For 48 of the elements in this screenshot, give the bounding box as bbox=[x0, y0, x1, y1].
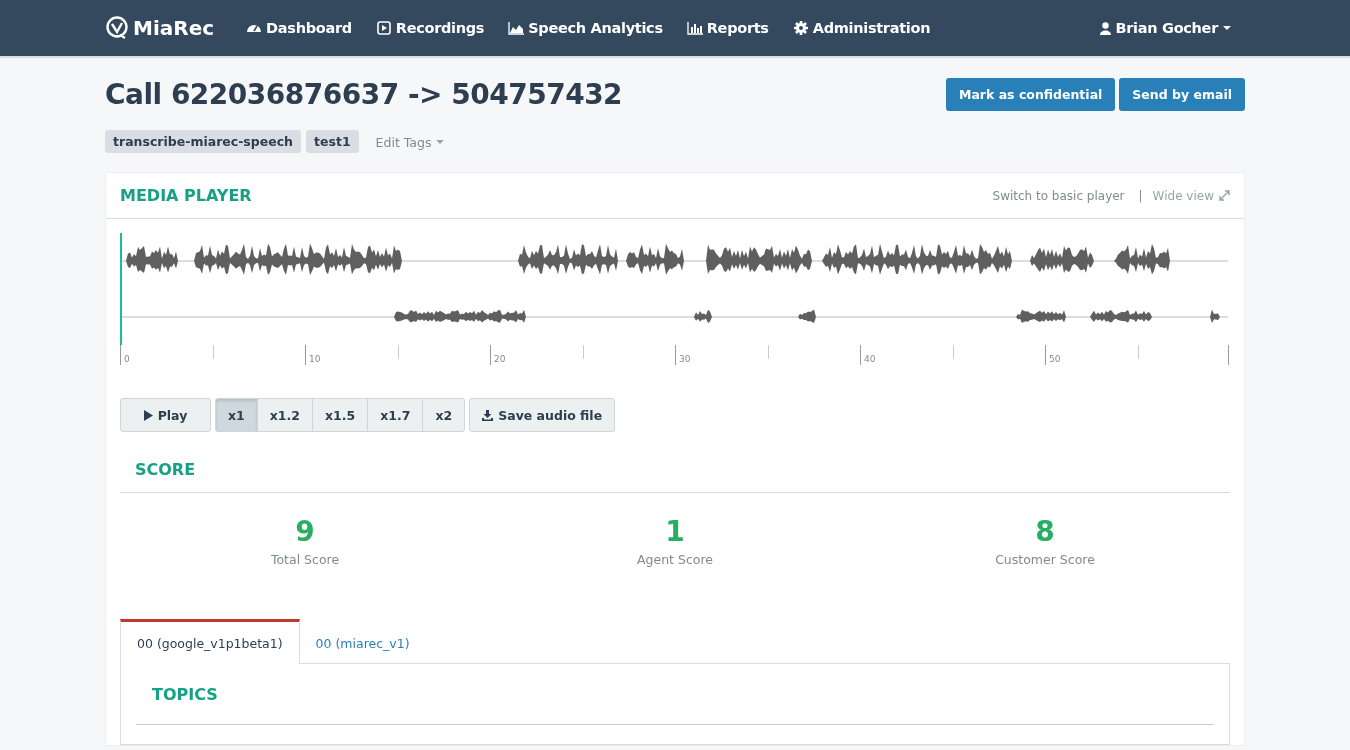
tag-label[interactable]: transcribe-miarec-speech bbox=[105, 130, 302, 153]
score-value: 8 bbox=[1035, 515, 1055, 548]
tab[interactable]: 00 (miarec_v1) bbox=[299, 619, 426, 663]
score-value: 9 bbox=[295, 515, 315, 548]
time-label: 20 bbox=[494, 354, 506, 364]
score-value: 1 bbox=[665, 515, 685, 548]
score-label: Agent Score bbox=[637, 552, 713, 567]
separator: | bbox=[1138, 188, 1143, 203]
play-button[interactable]: Play bbox=[120, 398, 211, 432]
time-label: 0 bbox=[124, 354, 130, 364]
download-icon bbox=[482, 409, 494, 421]
confidential-button[interactable]: Mark as confidential bbox=[945, 78, 1116, 111]
score-label: Total Score bbox=[270, 552, 340, 567]
caret-icon bbox=[1223, 25, 1231, 31]
caret-icon bbox=[436, 140, 445, 145]
expand-icon bbox=[1219, 190, 1230, 201]
speed-button[interactable]: x1.2 bbox=[256, 398, 313, 432]
time-label: 50 bbox=[1049, 354, 1061, 364]
speed-button[interactable]: x1.5 bbox=[312, 398, 369, 432]
nav-link[interactable]: Speech Analytics bbox=[496, 20, 675, 36]
tab[interactable]: 00 (google_v1p1beta1) bbox=[120, 619, 300, 664]
time-label: 40 bbox=[864, 354, 876, 364]
speed-button[interactable]: x1.7 bbox=[367, 398, 424, 432]
nav-link[interactable]: Administration bbox=[780, 20, 943, 36]
speed-button[interactable]: x1 bbox=[215, 398, 258, 432]
play-square-icon bbox=[375, 20, 392, 36]
nav-link[interactable]: Recordings bbox=[363, 20, 497, 36]
area-chart-icon bbox=[508, 20, 525, 36]
page-title: Call 622036876637 -> 504757432 bbox=[105, 78, 623, 111]
email-button[interactable]: Send by email bbox=[1119, 78, 1245, 111]
section-title: TOPICS bbox=[152, 684, 218, 704]
time-label: 30 bbox=[679, 354, 691, 364]
section-title: MEDIA PLAYER bbox=[120, 186, 252, 205]
section-title: SCORE bbox=[135, 459, 196, 479]
user-menu[interactable]: Brian Gocher bbox=[1099, 20, 1231, 36]
save-audio-button[interactable]: Save audio file bbox=[469, 398, 616, 432]
gear-icon bbox=[792, 20, 809, 36]
time-label: 10 bbox=[309, 354, 321, 364]
nav-link[interactable]: Dashboard bbox=[234, 20, 364, 36]
brand-logo[interactable]: MiaRec bbox=[105, 16, 215, 40]
nav-link[interactable]: Reports bbox=[674, 20, 781, 36]
play-icon bbox=[143, 409, 153, 421]
user-icon bbox=[1099, 21, 1111, 35]
score-label: Customer Score bbox=[995, 552, 1095, 567]
tag-label[interactable]: test1 bbox=[306, 130, 359, 153]
bar-chart-icon bbox=[686, 20, 703, 36]
speed-button[interactable]: x2 bbox=[422, 398, 466, 432]
switch-player-link[interactable]: Switch to basic player bbox=[992, 188, 1125, 203]
